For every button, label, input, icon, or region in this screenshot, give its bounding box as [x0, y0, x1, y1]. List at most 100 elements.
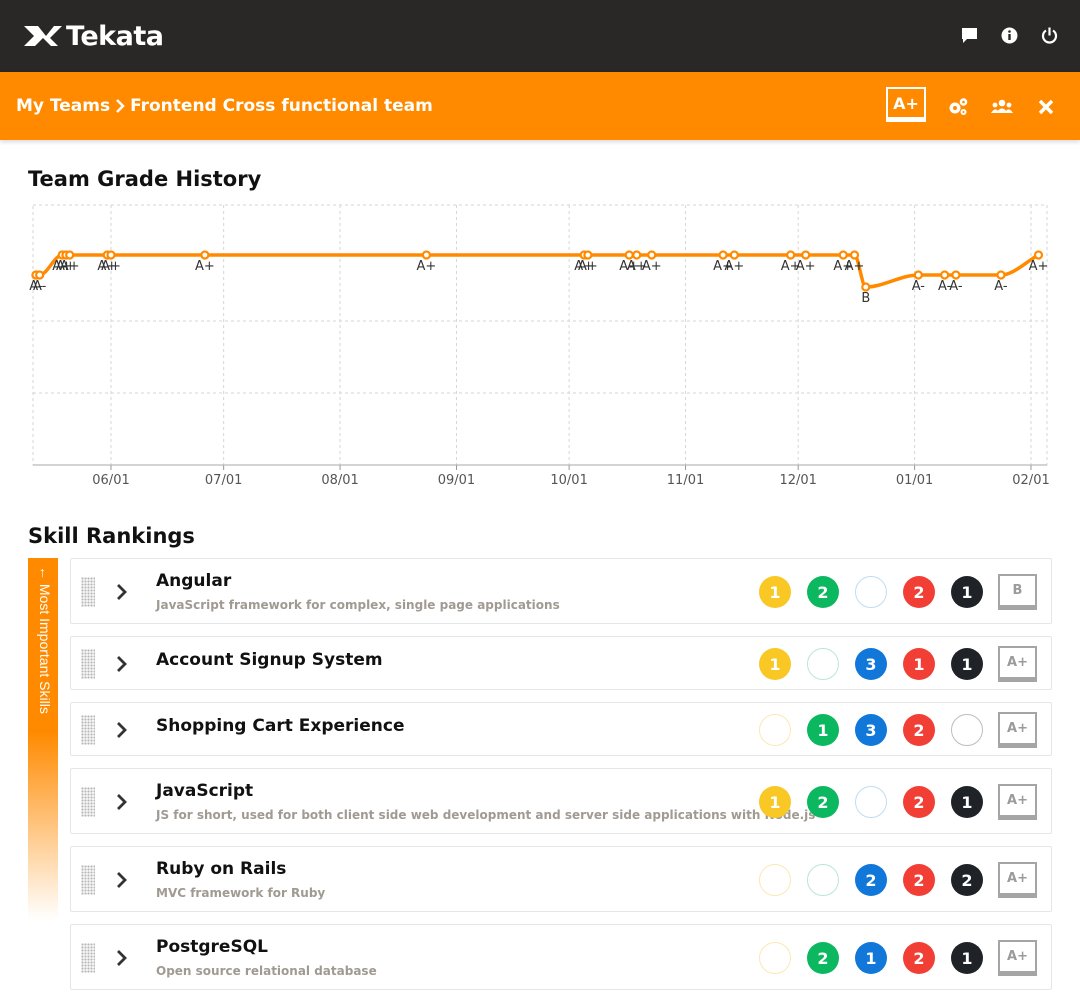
close-icon[interactable] — [1035, 96, 1057, 118]
skill-level-green[interactable]: 1 — [807, 714, 839, 746]
chart-point — [786, 250, 796, 260]
skill-grade-badge[interactable]: B — [998, 574, 1037, 610]
chart-point — [940, 270, 950, 280]
expand-chevron-icon[interactable] — [115, 948, 129, 968]
expand-chevron-icon[interactable] — [115, 792, 129, 812]
chart-x-tick-label: 09/01 — [438, 473, 475, 488]
chart-x-tick-label: 07/01 — [205, 473, 242, 488]
breadcrumb-current-team: Frontend Cross functional team — [130, 96, 433, 116]
chart-point-label: A+ — [417, 259, 437, 274]
skill-level-green[interactable]: 2 — [807, 942, 839, 974]
grade-history-title: Team Grade History — [28, 167, 262, 191]
chart-point-label: A+ — [796, 259, 816, 274]
skill-row[interactable]: JavaScript JS for short, used for both cl… — [70, 768, 1052, 834]
drag-handle-icon[interactable] — [81, 577, 95, 607]
chevron-right-icon — [116, 99, 125, 113]
skill-name: Angular — [156, 571, 232, 591]
skill-level-yellow[interactable] — [759, 942, 791, 974]
skill-level-red[interactable]: 2 — [903, 942, 935, 974]
skill-name: Account Signup System — [156, 650, 383, 670]
chart-series-line — [35, 253, 1040, 289]
skill-row[interactable]: Ruby on Rails MVC framework for Ruby 2 2 2 A+ — [70, 846, 1052, 912]
chart-x-tick-label: 06/01 — [92, 473, 129, 488]
skill-level-blue[interactable] — [855, 786, 887, 818]
app-logo[interactable]: Tekata — [24, 18, 164, 54]
skill-level-dark[interactable]: 1 — [951, 648, 983, 680]
skill-level-yellow[interactable]: 1 — [759, 786, 791, 818]
app-name: Tekata — [66, 20, 164, 52]
skill-level-gray[interactable] — [951, 714, 983, 746]
chart-point-label: A+ — [845, 259, 865, 274]
skill-description: Open source relational database — [156, 964, 377, 978]
skill-level-blue[interactable] — [855, 576, 887, 608]
drag-handle-icon[interactable] — [81, 715, 95, 745]
chart-point — [849, 250, 860, 260]
skill-row[interactable]: Angular JavaScript framework for complex,… — [70, 558, 1052, 624]
skill-row[interactable]: Account Signup System 1 3 1 1 A+ — [70, 636, 1052, 690]
skill-row[interactable]: Shopping Cart Experience 1 3 2 A+ — [70, 702, 1052, 756]
expand-chevron-icon[interactable] — [115, 654, 129, 674]
chart-point — [421, 250, 432, 260]
skill-row[interactable]: PostgreSQL Open source relational databas… — [70, 924, 1052, 990]
info-icon[interactable] — [1000, 24, 1018, 46]
team-header-bar: My Teams Frontend Cross functional team … — [0, 72, 1080, 140]
drag-handle-icon[interactable] — [81, 787, 95, 817]
skill-level-dark[interactable]: 1 — [951, 942, 983, 974]
chart-point-label: A+ — [578, 259, 598, 274]
skill-level-green[interactable] — [807, 864, 839, 896]
skill-level-blue[interactable]: 3 — [855, 648, 887, 680]
expand-chevron-icon[interactable] — [115, 582, 129, 602]
skill-description: JS for short, used for both client side … — [156, 808, 816, 822]
chart-point-label: A+ — [724, 259, 744, 274]
skill-level-blue[interactable]: 3 — [855, 714, 887, 746]
team-members-icon[interactable] — [991, 96, 1013, 118]
skill-grade-badge[interactable]: A+ — [998, 940, 1037, 976]
skill-level-red[interactable]: 2 — [903, 786, 935, 818]
skill-level-green[interactable]: 2 — [807, 576, 839, 608]
skill-level-green[interactable]: 2 — [807, 786, 839, 818]
breadcrumb: My Teams Frontend Cross functional team — [16, 96, 433, 116]
team-grade-badge[interactable]: A+ — [886, 87, 926, 122]
chart-point — [632, 250, 642, 260]
skill-name: Ruby on Rails — [156, 859, 287, 879]
skill-level-dark[interactable]: 1 — [951, 576, 983, 608]
skill-level-blue[interactable]: 1 — [855, 942, 887, 974]
chart-point-label: A- — [994, 279, 1008, 294]
drag-handle-icon[interactable] — [81, 649, 95, 679]
power-icon[interactable] — [1040, 24, 1058, 46]
grade-history-svg: 06/01 07/01 08/01 09/01 10/01 11/01 12/01 01/01… — [29, 204, 1050, 488]
chart-point-label: A+ — [60, 259, 80, 274]
skill-level-yellow[interactable] — [759, 714, 791, 746]
skill-grade-badge[interactable]: A+ — [998, 784, 1037, 820]
skill-name: JavaScript — [156, 781, 254, 801]
skill-level-red[interactable]: 1 — [903, 648, 935, 680]
skill-level-red[interactable]: 2 — [903, 714, 935, 746]
skill-level-yellow[interactable]: 1 — [759, 648, 791, 680]
expand-chevron-icon[interactable] — [115, 870, 129, 890]
skill-level-red[interactable]: 2 — [903, 864, 935, 896]
chart-point — [996, 270, 1006, 280]
top-bar: Tekata — [0, 0, 1080, 72]
chart-point — [913, 270, 923, 280]
skill-name: Shopping Cart Experience — [156, 716, 405, 736]
skill-level-yellow[interactable] — [759, 864, 791, 896]
grade-history-chart: 06/01 07/01 08/01 09/01 10/01 11/01 12/01 01/01… — [0, 195, 1080, 495]
breadcrumb-my-teams[interactable]: My Teams — [16, 96, 110, 116]
skill-level-dark[interactable]: 2 — [951, 864, 983, 896]
chart-point-label: A+ — [642, 259, 662, 274]
skill-level-yellow[interactable]: 1 — [759, 576, 791, 608]
skill-level-green[interactable] — [807, 648, 839, 680]
settings-gears-icon[interactable] — [947, 96, 969, 118]
skill-level-dark[interactable]: 1 — [951, 786, 983, 818]
skill-grade-badge[interactable]: A+ — [998, 646, 1037, 682]
skill-level-blue[interactable]: 2 — [855, 864, 887, 896]
skill-grade-badge[interactable]: A+ — [998, 712, 1037, 748]
skill-level-red[interactable]: 2 — [903, 576, 935, 608]
drag-handle-icon[interactable] — [81, 943, 95, 973]
drag-handle-icon[interactable] — [81, 865, 95, 895]
skill-grade-badge[interactable]: A+ — [998, 862, 1037, 898]
expand-chevron-icon[interactable] — [115, 720, 129, 740]
most-important-skills-label: ← Most Important Skills — [37, 566, 53, 714]
chart-x-tick-label: 02/01 — [1012, 473, 1049, 488]
chat-icon[interactable] — [960, 24, 978, 46]
